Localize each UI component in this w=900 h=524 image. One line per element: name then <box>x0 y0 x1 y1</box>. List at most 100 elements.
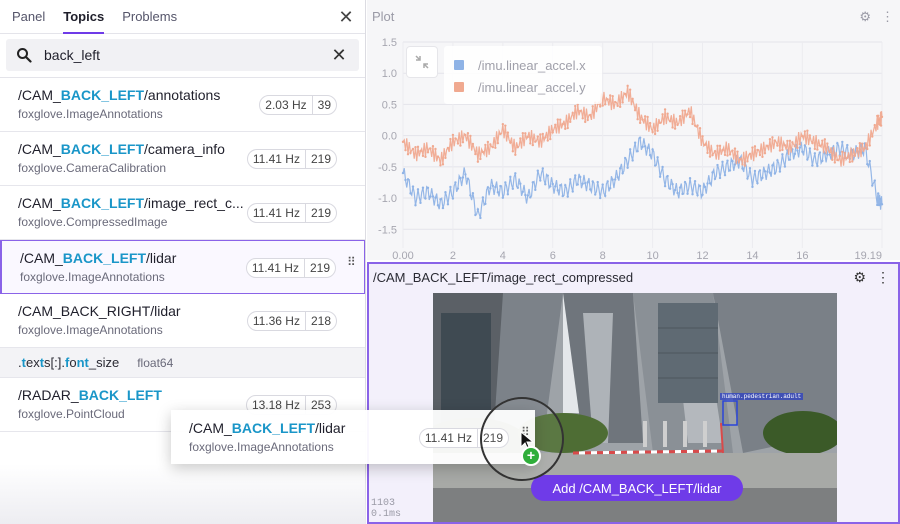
series-point <box>466 177 470 180</box>
topic-row-lidar-selected[interactable]: /CAM_BACK_LEFT/lidar foxglove.ImageAnnot… <box>0 240 365 294</box>
series-point <box>584 120 587 124</box>
series-point <box>631 159 634 162</box>
series-point <box>648 153 652 157</box>
series-point <box>414 204 417 207</box>
series-point <box>461 176 465 179</box>
tab-topics[interactable]: Topics <box>63 0 104 34</box>
series-point <box>696 124 699 127</box>
series-point <box>651 148 654 151</box>
series-point <box>464 133 467 137</box>
series-point <box>441 163 445 166</box>
series-point <box>771 164 774 167</box>
series-point <box>813 152 817 155</box>
legend-item-x[interactable]: /imu.linear_accel.x <box>454 54 592 76</box>
message-path-row[interactable]: .texts[:].font_size float64 <box>0 348 365 378</box>
settings-gear-icon[interactable]: ⚙ <box>859 9 871 25</box>
series-point <box>494 146 497 149</box>
series-point <box>841 150 844 154</box>
series-point <box>636 118 639 121</box>
series-point <box>766 170 769 173</box>
series-point <box>828 153 832 156</box>
topic-row-annotations[interactable]: /CAM_BACK_LEFT/annotations foxglove.Imag… <box>0 78 365 132</box>
topic-row-image-rect[interactable]: /CAM_BACK_LEFT/image_rect_c... foxglove.… <box>0 186 365 240</box>
series-point <box>791 141 794 144</box>
plot-legend: /imu.linear_accel.x /imu.linear_accel.y <box>444 46 602 104</box>
series-point <box>613 178 617 181</box>
series-point <box>726 159 729 162</box>
series-point <box>551 131 554 134</box>
series-point <box>598 105 602 108</box>
series-point <box>566 195 569 198</box>
series-point <box>569 120 572 124</box>
series-point <box>648 121 652 125</box>
settings-gear-icon[interactable]: ⚙ <box>853 269 866 286</box>
series-point <box>603 194 607 198</box>
legend-item-y[interactable]: /imu.linear_accel.y <box>454 76 592 98</box>
topic-row-camera-info[interactable]: /CAM_BACK_LEFT/camera_info foxglove.Came… <box>0 132 365 186</box>
clear-search-icon[interactable]: ✕ <box>329 45 349 66</box>
series-point <box>673 127 677 130</box>
series-point <box>808 147 812 150</box>
series-point <box>638 136 642 139</box>
series-point <box>808 134 812 137</box>
series-point <box>431 145 435 148</box>
series-point <box>541 167 544 170</box>
series-point <box>576 183 579 186</box>
series-point <box>813 147 817 151</box>
series-point <box>661 165 664 169</box>
series-point <box>826 142 829 145</box>
series-point <box>806 158 809 161</box>
series-point <box>793 152 797 156</box>
add-topic-drop-button[interactable]: Add /CAM_BACK_LEFT/lidar <box>531 475 743 501</box>
series-point <box>768 138 772 141</box>
series-point <box>801 134 804 138</box>
series-point <box>519 182 522 185</box>
series-point <box>419 149 422 153</box>
series-point <box>877 114 880 117</box>
series-point <box>788 158 792 161</box>
series-point <box>436 204 440 207</box>
series-point <box>489 187 492 190</box>
series-point <box>683 109 687 112</box>
y-tick-label: 0.5 <box>382 99 397 111</box>
series-point <box>476 160 480 163</box>
series-point <box>601 183 604 186</box>
more-menu-icon[interactable]: ⋮ <box>876 269 890 286</box>
series-point <box>431 195 435 198</box>
drag-handle-icon[interactable]: ⠿ <box>347 256 356 273</box>
series-point <box>469 134 472 138</box>
series-point <box>608 187 612 190</box>
tab-problems[interactable]: Problems <box>122 0 177 34</box>
series-point <box>616 104 619 108</box>
image-panel[interactable]: /CAM_BACK_LEFT/image_rect_compressed ⚙ ⋮ <box>367 262 900 524</box>
y-tick-label: -1.0 <box>378 193 397 205</box>
series-point <box>880 115 884 119</box>
close-sidebar-icon[interactable]: ✕ <box>337 8 355 26</box>
series-point <box>658 121 662 125</box>
series-point <box>708 182 712 185</box>
series-point <box>756 181 759 185</box>
collapse-legend-button[interactable] <box>407 47 437 77</box>
series-point <box>818 144 822 147</box>
series-point <box>559 184 562 187</box>
series-point <box>741 163 744 166</box>
series-point <box>564 183 567 187</box>
tab-panel[interactable]: Panel <box>12 0 45 34</box>
search-input[interactable] <box>44 47 329 63</box>
series-point <box>686 192 689 195</box>
series-point <box>846 143 849 147</box>
more-menu-icon[interactable]: ⋮ <box>881 9 894 25</box>
topic-row-back-right-lidar[interactable]: /CAM_BACK_RIGHT/lidar foxglove.ImageAnno… <box>0 294 365 348</box>
series-point <box>848 160 852 164</box>
series-point <box>823 138 827 141</box>
series-point <box>451 197 455 200</box>
series-point <box>796 146 799 150</box>
series-point <box>836 141 839 145</box>
series-point <box>591 105 594 108</box>
series-point <box>636 150 639 153</box>
series-point <box>718 176 722 180</box>
series-point <box>626 84 629 88</box>
series-point <box>421 154 425 158</box>
series-point <box>793 145 797 148</box>
series-point <box>411 147 415 151</box>
